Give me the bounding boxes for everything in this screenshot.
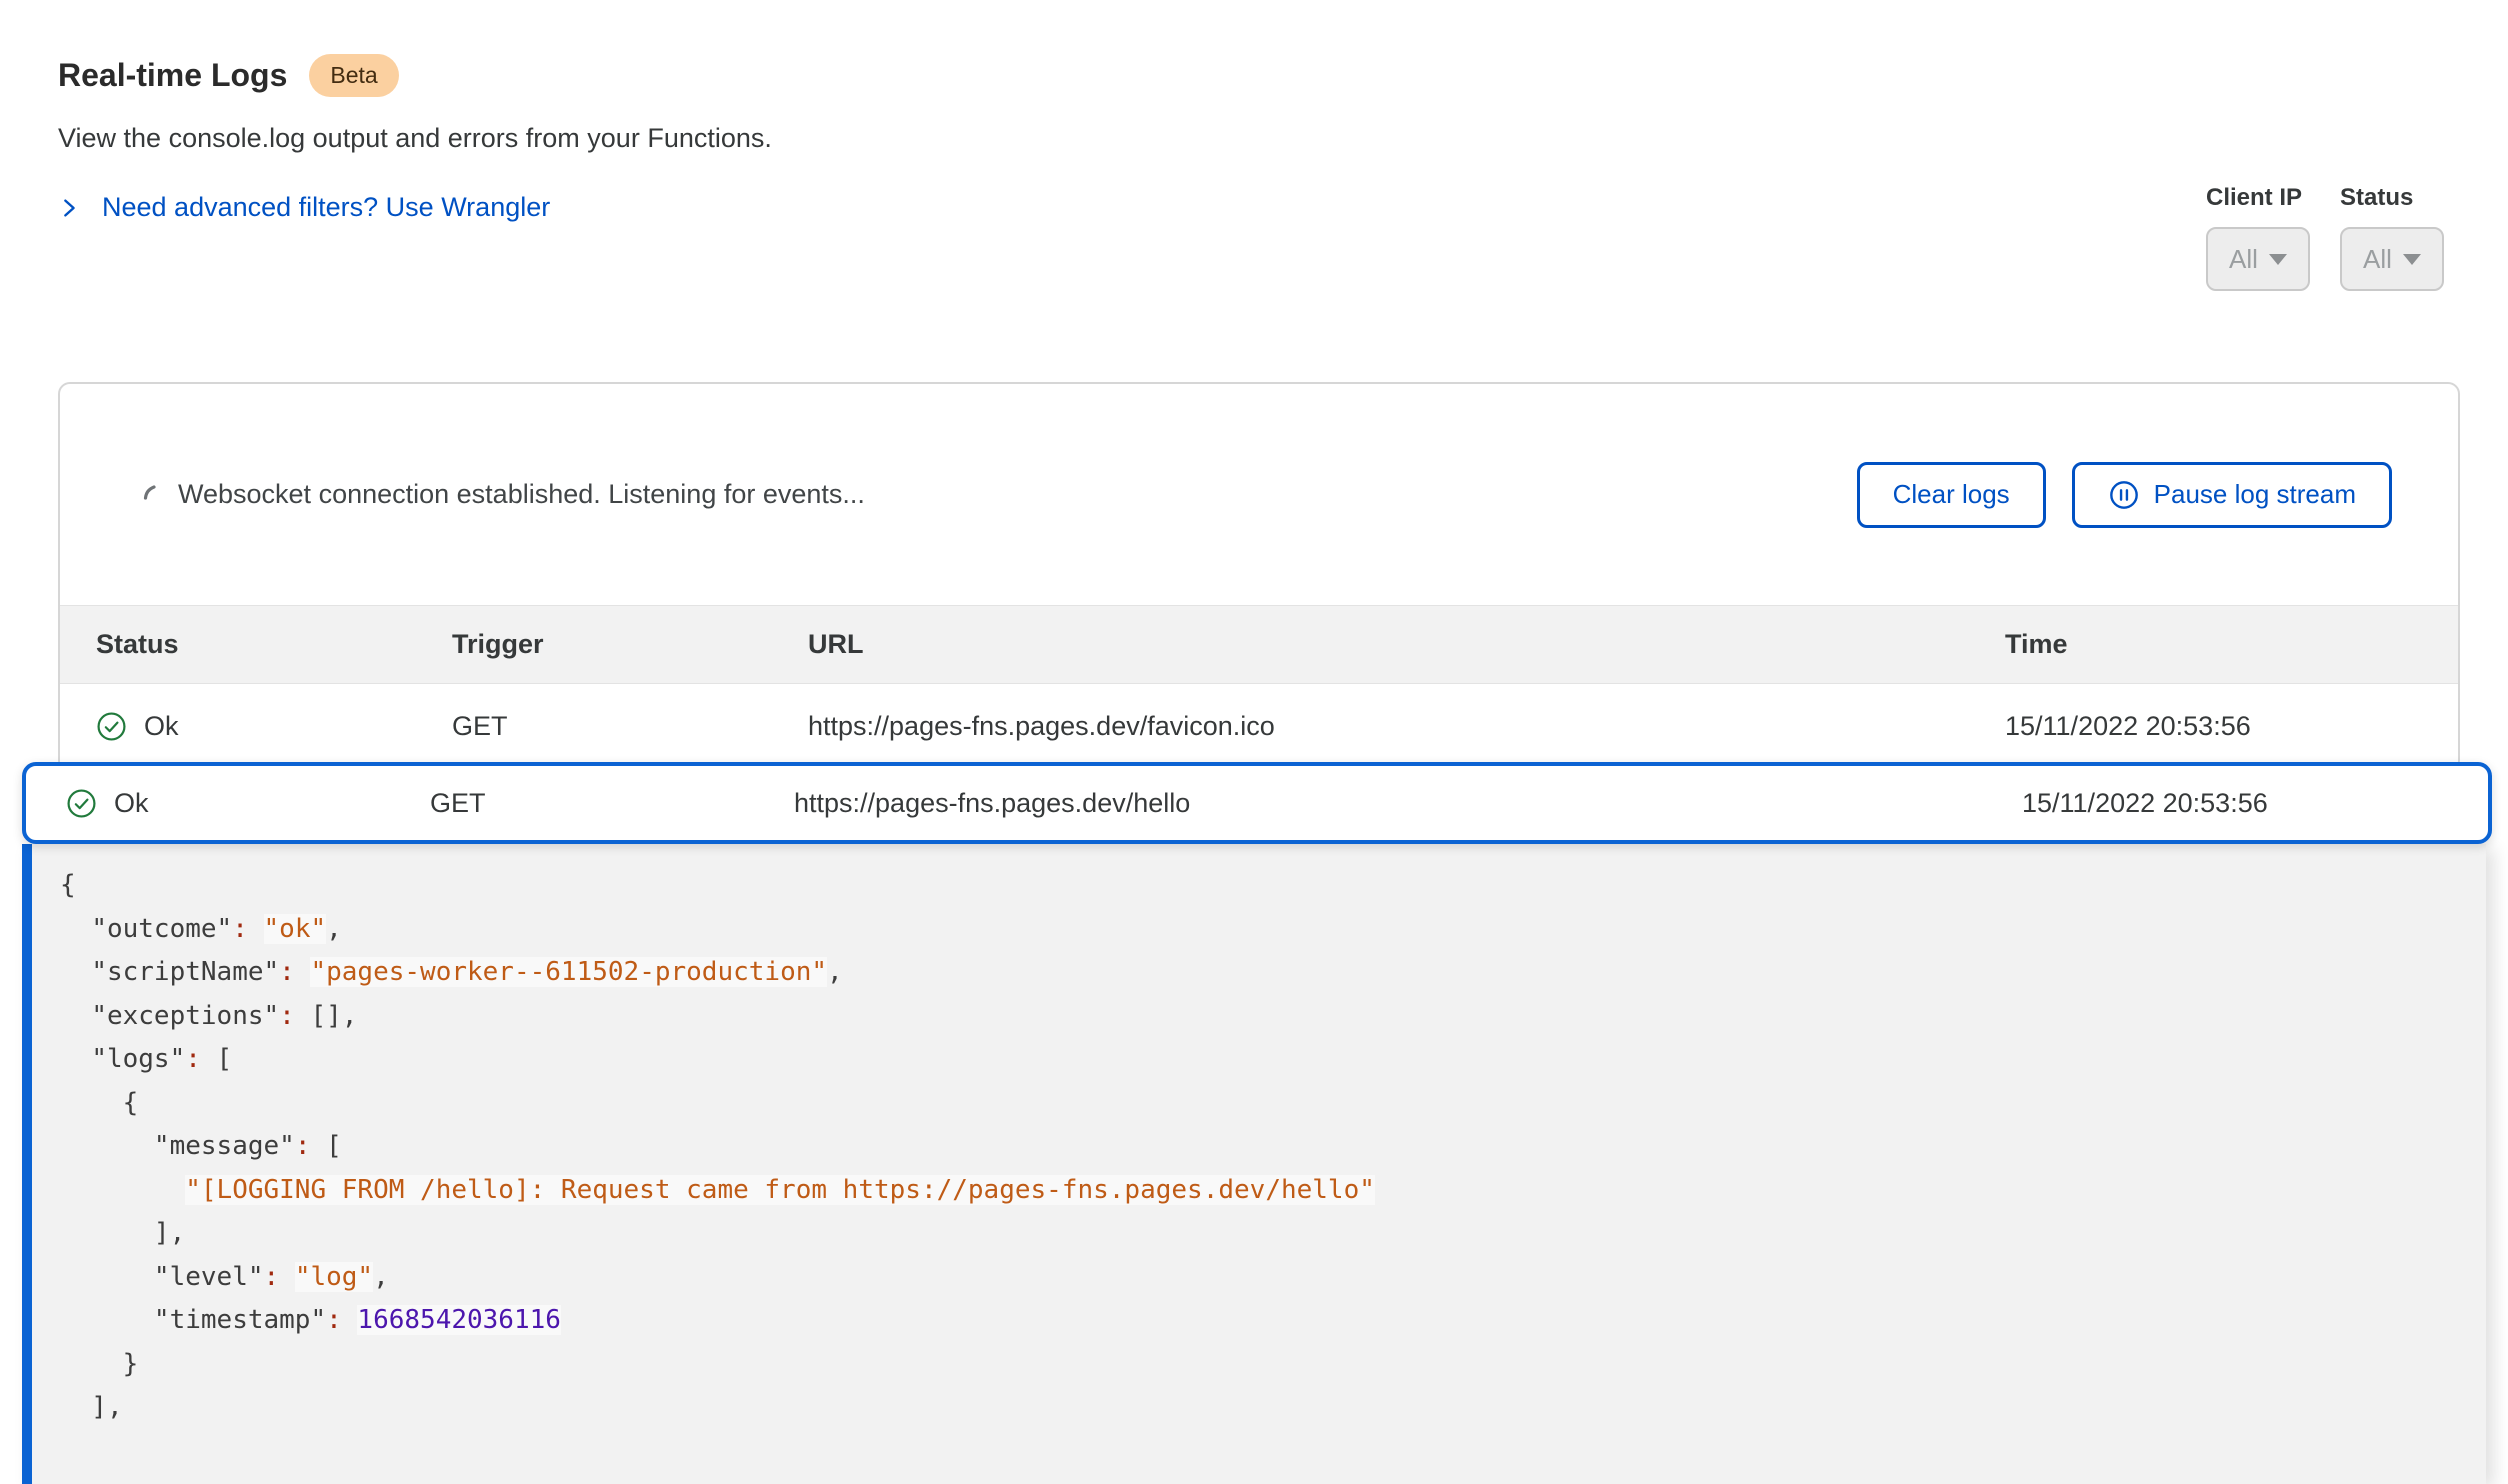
pause-icon bbox=[2108, 479, 2140, 511]
cell-trigger: GET bbox=[430, 788, 794, 819]
status-filter-dropdown[interactable]: All bbox=[2340, 227, 2444, 291]
status-label: Ok bbox=[144, 711, 179, 742]
wrangler-link[interactable]: Need advanced filters? Use Wrangler bbox=[58, 192, 550, 223]
filter-label-client-ip: Client IP bbox=[2206, 184, 2310, 212]
status-filter-value: All bbox=[2363, 244, 2392, 275]
expanded-log-panel: Ok GET https://pages-fns.pages.dev/hello… bbox=[22, 762, 2492, 1484]
filter-label-status: Status bbox=[2340, 184, 2444, 212]
column-header-url: URL bbox=[808, 629, 2005, 660]
column-header-status: Status bbox=[96, 629, 452, 660]
pause-log-stream-button[interactable]: Pause log stream bbox=[2072, 462, 2392, 528]
cell-status: Ok bbox=[66, 788, 430, 819]
realtime-logs-page: Real-time Logs Beta View the console.log… bbox=[0, 0, 2508, 1434]
page-header: Real-time Logs Beta View the console.log… bbox=[58, 54, 772, 224]
chevron-right-icon bbox=[58, 197, 80, 219]
cell-time: 15/11/2022 20:53:56 bbox=[2022, 788, 2488, 819]
cell-url: https://pages-fns.pages.dev/hello bbox=[794, 788, 2022, 819]
websocket-status-bar: Websocket connection established. Listen… bbox=[60, 384, 2458, 605]
websocket-status-text: Websocket connection established. Listen… bbox=[178, 479, 865, 510]
logs-card: Websocket connection established. Listen… bbox=[58, 382, 2460, 772]
cell-url: https://pages-fns.pages.dev/favicon.ico bbox=[808, 711, 2005, 742]
column-header-trigger: Trigger bbox=[452, 629, 808, 660]
filter-status: Status All bbox=[2340, 184, 2444, 291]
cell-trigger: GET bbox=[452, 711, 808, 742]
check-circle-icon bbox=[66, 788, 97, 819]
check-circle-icon bbox=[96, 711, 127, 742]
spinner-icon bbox=[140, 480, 160, 510]
client-ip-filter-dropdown[interactable]: All bbox=[2206, 227, 2310, 291]
clear-logs-button[interactable]: Clear logs bbox=[1857, 462, 2046, 528]
column-header-time: Time bbox=[2005, 629, 2458, 660]
log-detail-json: { "outcome": "ok", "scriptName": "pages-… bbox=[22, 844, 2486, 1484]
status-label: Ok bbox=[114, 788, 149, 819]
table-row-selected[interactable]: Ok GET https://pages-fns.pages.dev/hello… bbox=[22, 762, 2492, 844]
cell-status: Ok bbox=[96, 711, 452, 742]
cell-time: 15/11/2022 20:53:56 bbox=[2005, 711, 2458, 742]
table-header: Status Trigger URL Time bbox=[60, 605, 2458, 684]
client-ip-filter-value: All bbox=[2229, 244, 2258, 275]
log-actions: Clear logs Pause log stream bbox=[1857, 462, 2392, 528]
table-row[interactable]: Ok GET https://pages-fns.pages.dev/favic… bbox=[60, 684, 2458, 768]
chevron-down-icon bbox=[2269, 254, 2287, 265]
wrangler-link-label: Need advanced filters? Use Wrangler bbox=[102, 192, 550, 223]
filter-client-ip: Client IP All bbox=[2206, 184, 2310, 291]
page-subtitle: View the console.log output and errors f… bbox=[58, 123, 772, 154]
beta-badge: Beta bbox=[309, 54, 398, 97]
clear-logs-label: Clear logs bbox=[1893, 479, 2010, 510]
pause-log-stream-label: Pause log stream bbox=[2154, 479, 2356, 510]
chevron-down-icon bbox=[2403, 254, 2421, 265]
page-title: Real-time Logs bbox=[58, 57, 287, 94]
filters: Client IP All Status All bbox=[2206, 184, 2444, 291]
